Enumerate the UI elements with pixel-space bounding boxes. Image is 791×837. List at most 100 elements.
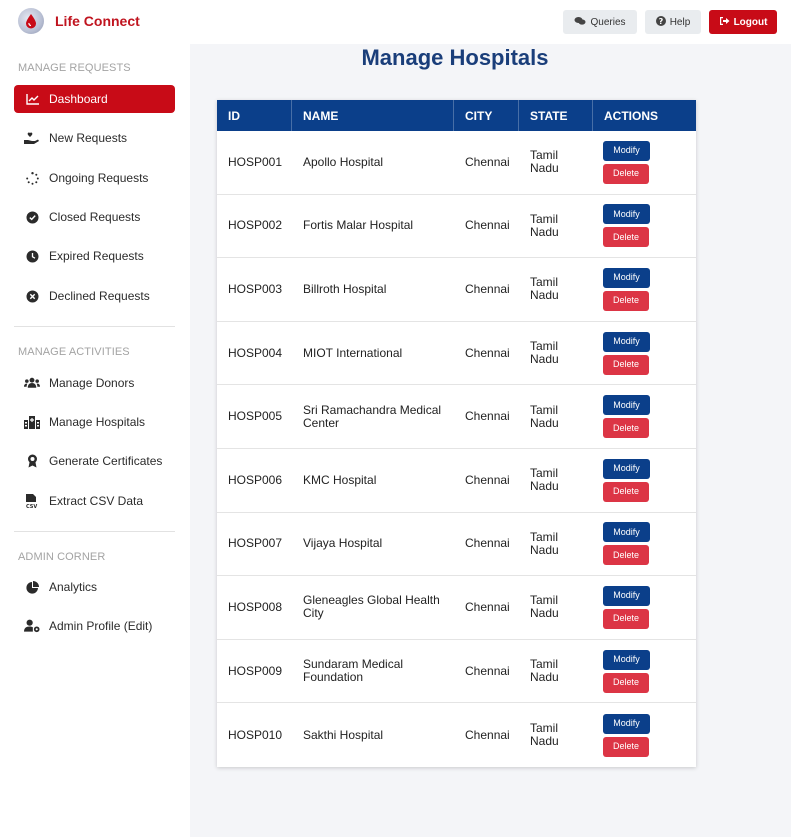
hospitals-table: ID NAME CITY STATE ACTIONS HOSP001 Apollo… <box>217 100 696 767</box>
table-header: ID NAME CITY STATE ACTIONS <box>217 100 696 131</box>
column-header-actions: ACTIONS <box>604 108 658 123</box>
sidebar-item-new-requests[interactable]: New Requests <box>14 124 175 152</box>
cell-id: HOSP010 <box>228 727 283 742</box>
svg-text:?: ? <box>658 17 663 26</box>
table-row: HOSP001 Apollo Hospital Chennai Tamil Nadu M… <box>217 131 696 195</box>
help-button[interactable]: ? Help <box>645 10 701 34</box>
cell-state: Tamil Nadu <box>530 657 559 685</box>
table-body: HOSP001 Apollo Hospital Chennai Tamil Nadu M… <box>217 131 696 767</box>
cell-state: Tamil Nadu <box>530 339 559 367</box>
question-circle-icon: ? <box>655 15 666 29</box>
user-gear-icon <box>24 618 40 634</box>
sidebar-item-declined-requests[interactable]: Declined Requests <box>14 282 175 310</box>
modify-button[interactable]: Modify <box>603 140 650 161</box>
sidebar-item-extract-csv-data[interactable]: CSV Extract CSV Data <box>14 487 175 515</box>
comments-icon <box>574 16 586 29</box>
section-manage-activities: MANAGE ACTIVITIES <box>18 346 130 358</box>
modify-button[interactable]: Modify <box>603 458 650 479</box>
sidebar-item-expired-requests[interactable]: Expired Requests <box>14 242 175 270</box>
delete-button[interactable]: Delete <box>603 163 649 184</box>
cell-name: Vijaya Hospital <box>303 536 383 551</box>
sidebar-item-manage-donors[interactable]: Manage Donors <box>14 369 175 397</box>
sidebar-item-label: Generate Certificates <box>49 454 163 468</box>
table-row: HOSP006 KMC Hospital Chennai Tamil Nadu Modi… <box>217 449 696 513</box>
cell-state: Tamil Nadu <box>530 593 559 621</box>
cell-name: Fortis Malar Hospital <box>303 218 414 233</box>
sidebar-item-admin-profile[interactable]: Admin Profile (Edit) <box>14 612 175 640</box>
cell-id: HOSP006 <box>228 472 283 487</box>
sidebar-item-label: Declined Requests <box>49 289 150 303</box>
cell-city: Chennai <box>465 599 510 614</box>
cell-name: Gleneagles Global Health City <box>303 593 440 621</box>
delete-button[interactable]: Delete <box>603 736 649 757</box>
cell-actions: Modify Delete <box>593 140 696 184</box>
cell-state: Tamil Nadu <box>530 529 559 557</box>
help-label: Help <box>669 16 691 28</box>
delete-button[interactable]: Delete <box>603 545 649 566</box>
sidebar-item-label: Extract CSV Data <box>49 494 144 508</box>
sidebar-item-closed-requests[interactable]: Closed Requests <box>14 203 175 231</box>
cell-id: HOSP009 <box>228 663 283 678</box>
hospital-icon <box>24 414 40 430</box>
cell-name: KMC Hospital <box>303 472 377 487</box>
modify-button[interactable]: Modify <box>603 585 650 606</box>
delete-button[interactable]: Delete <box>603 418 649 439</box>
sidebar-item-label: Closed Requests <box>49 210 141 224</box>
section-manage-requests: MANAGE REQUESTS <box>18 62 131 74</box>
cell-id: HOSP002 <box>228 218 283 233</box>
delete-button[interactable]: Delete <box>603 354 649 375</box>
cell-name: MIOT International <box>303 345 403 360</box>
clock-icon <box>24 248 40 264</box>
cell-city: Chennai <box>465 345 510 360</box>
cell-actions: Modify Delete <box>593 649 696 693</box>
brand[interactable]: Life Connect <box>18 8 140 34</box>
sidebar-item-dashboard[interactable]: Dashboard <box>14 85 175 113</box>
sidebar-item-label: Manage Hospitals <box>49 415 146 429</box>
table-row: HOSP007 Vijaya Hospital Chennai Tamil Nadu M… <box>217 513 696 577</box>
delete-button[interactable]: Delete <box>603 672 649 693</box>
sign-out-icon <box>719 16 730 29</box>
column-header-state: STATE <box>519 100 593 131</box>
table-row: HOSP009 Sundaram Medical Foundation Chenna… <box>217 640 696 704</box>
queries-button[interactable]: Queries <box>563 10 637 34</box>
table-row: HOSP004 MIOT International Chennai Tamil Na… <box>217 322 696 386</box>
delete-button[interactable]: Delete <box>603 290 649 311</box>
cell-state: Tamil Nadu <box>530 211 559 239</box>
table-row: HOSP002 Fortis Malar Hospital Chennai Tamil… <box>217 195 696 259</box>
cell-name: Sakthi Hospital <box>303 727 384 742</box>
delete-button[interactable]: Delete <box>603 227 649 248</box>
modify-button[interactable]: Modify <box>603 649 650 670</box>
spinner-icon <box>24 170 40 186</box>
modify-button[interactable]: Modify <box>603 522 650 543</box>
cell-state: Tamil Nadu <box>530 402 559 430</box>
cell-actions: Modify Delete <box>593 522 696 566</box>
sidebar-item-label: Expired Requests <box>49 249 144 263</box>
sidebar-item-ongoing-requests[interactable]: Ongoing Requests <box>14 164 175 192</box>
cell-city: Chennai <box>465 409 510 424</box>
delete-button[interactable]: Delete <box>603 608 649 629</box>
modify-button[interactable]: Modify <box>603 204 650 225</box>
award-icon <box>24 453 40 469</box>
main-content: Manage Hospitals ID NAME CITY STATE ACTI… <box>190 44 791 837</box>
modify-button[interactable]: Modify <box>603 267 650 288</box>
x-circle-icon <box>24 288 40 304</box>
cell-actions: Modify Delete <box>593 713 696 757</box>
cell-id: HOSP004 <box>228 345 283 360</box>
modify-button[interactable]: Modify <box>603 713 650 734</box>
sidebar-item-analytics[interactable]: Analytics <box>14 573 175 601</box>
delete-button[interactable]: Delete <box>603 481 649 502</box>
svg-text:CSV: CSV <box>26 504 37 509</box>
modify-button[interactable]: Modify <box>603 331 650 352</box>
cell-state: Tamil Nadu <box>530 275 559 303</box>
sidebar-item-generate-certificates[interactable]: Generate Certificates <box>14 447 175 475</box>
modify-button[interactable]: Modify <box>603 395 650 416</box>
table-row: HOSP003 Billroth Hospital Chennai Tamil Nad… <box>217 258 696 322</box>
cell-name: Sundaram Medical Foundation <box>303 657 404 685</box>
csv-file-icon: CSV <box>24 493 40 509</box>
sidebar-item-label: Analytics <box>49 580 98 594</box>
cell-city: Chennai <box>465 281 510 296</box>
check-circle-icon <box>24 209 40 225</box>
sidebar-item-manage-hospitals[interactable]: Manage Hospitals <box>14 408 175 436</box>
logout-button[interactable]: Logout <box>709 10 777 34</box>
logout-label: Logout <box>733 16 768 28</box>
